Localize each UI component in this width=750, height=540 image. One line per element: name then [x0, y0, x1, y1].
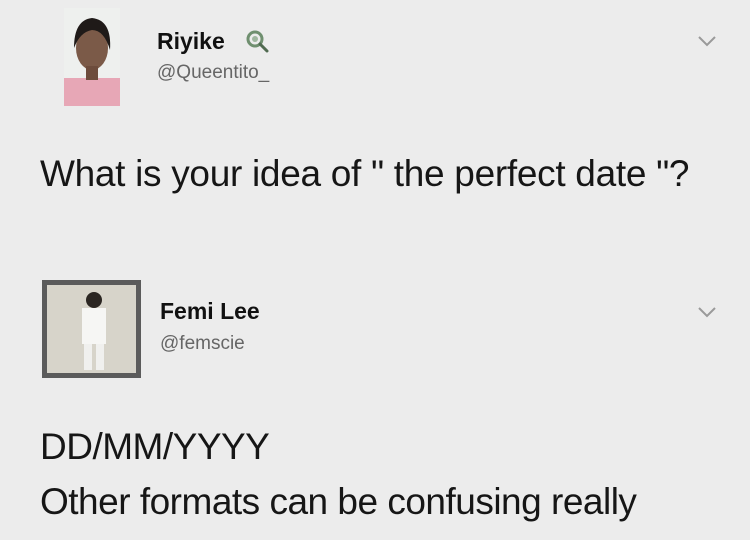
user-handle[interactable]: @femscie: [160, 333, 245, 355]
tweet-thread: Riyike @Queentito_ What is your idea of …: [0, 0, 750, 540]
display-name[interactable]: Riyike: [157, 28, 225, 55]
reply-text-line-2: Other formats can be confusing really: [40, 481, 637, 522]
avatar[interactable]: [64, 8, 120, 106]
chevron-down-icon[interactable]: [697, 305, 717, 319]
tweet-text: What is your idea of " the perfect date …: [40, 153, 690, 194]
magnifier-emoji-icon: [246, 30, 269, 53]
display-name[interactable]: Femi Lee: [160, 298, 260, 325]
avatar-image: [42, 280, 141, 378]
user-handle[interactable]: @Queentito_: [157, 62, 269, 84]
avatar[interactable]: [42, 280, 141, 378]
reply-text-line-1: DD/MM/YYYY: [40, 426, 270, 467]
chevron-down-icon[interactable]: [697, 34, 717, 48]
tweet-1: Riyike @Queentito_ What is your idea of …: [0, 0, 750, 270]
avatar-image: [64, 8, 120, 106]
